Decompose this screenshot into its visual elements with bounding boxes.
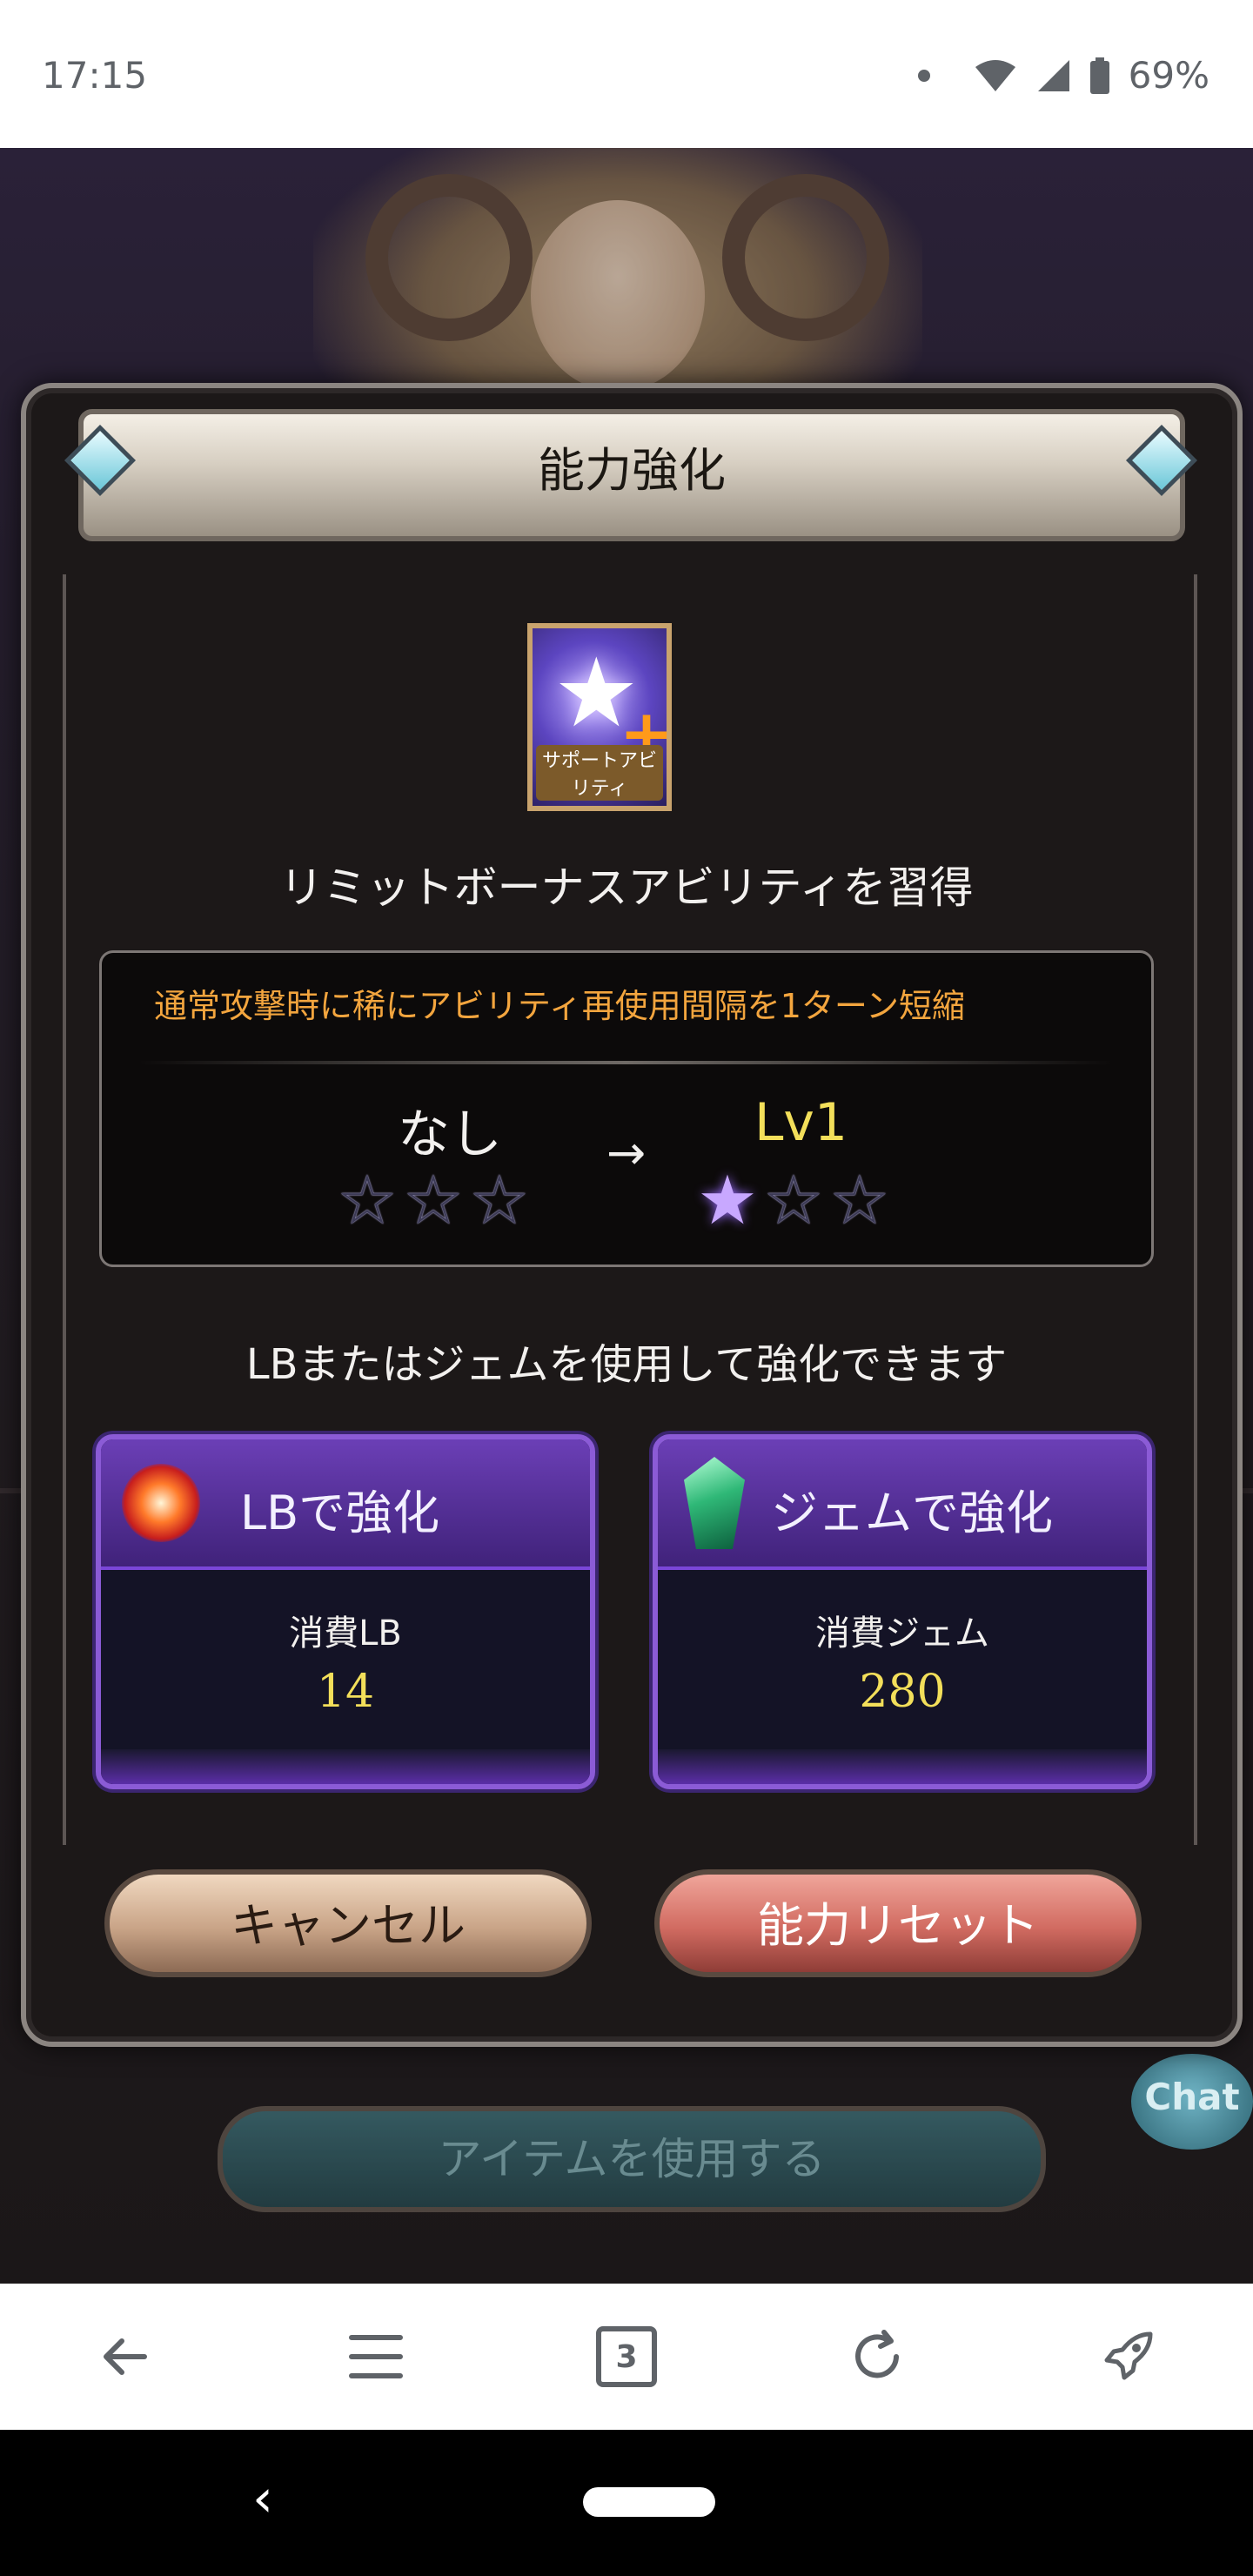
level-from: なし [398,1104,502,1165]
use-item-button[interactable]: アイテムを使用する [218,2106,1046,2212]
card-footer [658,1749,1147,1784]
star-icon: ☆ [828,1162,895,1240]
refresh-icon[interactable] [825,2304,929,2409]
wifi-icon [975,59,1015,91]
nav-home-pill[interactable] [583,2487,715,2517]
status-time: 17:15 [42,54,148,97]
nav-back-icon[interactable]: ‹ [252,2468,273,2529]
lb-cost-label: 消費LB [289,1613,402,1654]
tabs-button[interactable]: 3 [574,2304,679,2409]
acquire-text: リミットボーナスアビリティを習得 [279,862,974,913]
dialog-title-banner: 能力強化 [78,409,1185,541]
stars-to: ★☆☆ [697,1162,895,1240]
horn-right [722,174,889,341]
cell-signal-icon [1037,59,1069,91]
browser-toolbar: 3 [0,2284,1253,2430]
gem-enhance-button[interactable]: ジェムで強化 消費ジェム 280 [653,1434,1152,1789]
star-icon: ☆ [337,1162,403,1240]
dialog-title: 能力強化 [538,443,726,498]
crystal-gem-icon [684,1457,745,1549]
card-header: ジェムで強化 [658,1439,1147,1570]
lb-enhance-title: LBで強化 [240,1486,440,1540]
ability-description: 通常攻撃時に稀にアビリティ再使用間隔を1ターン短縮 [154,987,965,1025]
card-footer [101,1749,590,1784]
stars-from: ☆☆☆ [337,1162,535,1240]
rocket-icon[interactable] [1075,2304,1180,2409]
menu-icon[interactable] [324,2304,428,2409]
level-arrow-icon: → [606,1125,647,1180]
reset-ability-button[interactable]: 能力リセット [654,1869,1142,1977]
lb-enhance-button[interactable]: LBで強化 消費LB 14 [96,1434,595,1789]
ability-info-box: 通常攻撃時に稀にアビリティ再使用間隔を1ターン短縮 なし → Lv1 ☆☆☆ ★… [99,950,1154,1267]
lb-burst-icon [122,1464,200,1542]
star-icon: ☆ [762,1162,829,1240]
enhance-instruction: LBまたはジェムを使用して強化できます [245,1340,1008,1389]
gem-cost-label: 消費ジェム [815,1613,989,1654]
notification-dot-icon [917,69,930,82]
star-filled-icon: ★ [697,1162,763,1240]
chat-button[interactable]: Chat [1131,2054,1253,2150]
status-bar: 17:15 69% [0,0,1253,148]
battery-icon [1089,57,1109,94]
battery-percent: 69% [1128,54,1209,97]
status-icons: 69% [917,54,1209,97]
support-ability-icon: ★ + サポートアビリティ [527,623,673,811]
character-face [531,200,705,392]
cancel-button[interactable]: キャンセル [104,1869,592,1977]
star-icon: ☆ [468,1162,535,1240]
gem-cost-value: 280 [859,1666,946,1718]
gem-enhance-title: ジェムで強化 [771,1486,1053,1540]
lb-cost-value: 14 [316,1666,375,1718]
tab-count: 3 [596,2326,657,2387]
card-header: LBで強化 [101,1439,590,1570]
ability-icon-tag: サポートアビリティ [536,745,663,801]
horn-left [365,174,533,341]
back-arrow-icon[interactable] [73,2304,178,2409]
star-icon: ☆ [402,1162,469,1240]
info-divider [138,1061,1113,1064]
level-to: Lv1 [754,1092,848,1153]
system-nav-bar: ‹ [0,2430,1253,2576]
